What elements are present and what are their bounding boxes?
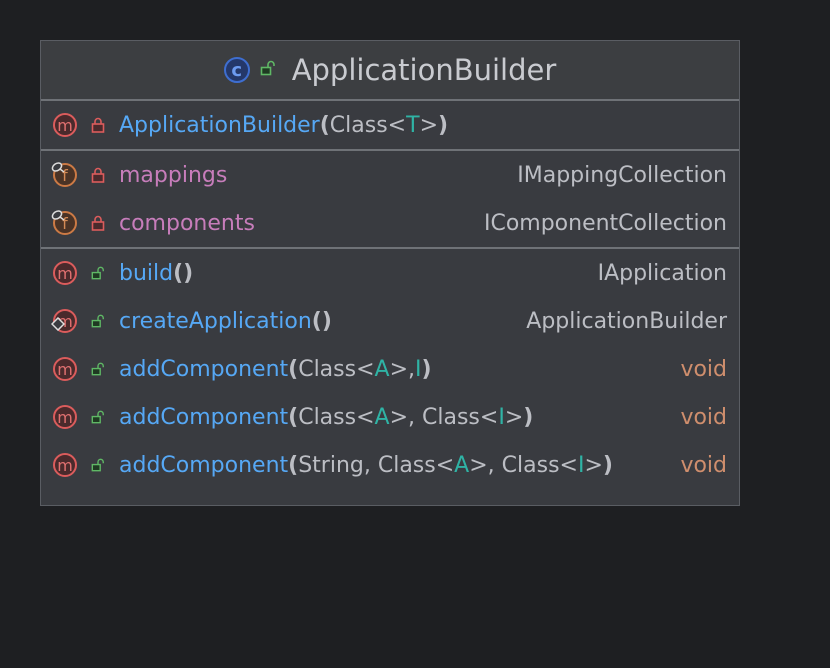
generic-param: T	[406, 112, 420, 138]
signature-text: (	[288, 452, 299, 478]
field-icon: f	[51, 210, 77, 235]
class-icon: c	[223, 57, 250, 83]
method-row[interactable]: m addComponent(Class< A >, Class< I >) void	[41, 393, 739, 441]
method-icon: m	[53, 113, 77, 137]
member-type: void	[680, 452, 727, 478]
member-type: IMappingCollection	[517, 162, 727, 188]
public-lock-icon	[91, 409, 105, 425]
member-name: components	[119, 210, 255, 236]
method-icon: m	[53, 357, 77, 381]
public-lock-icon	[91, 361, 105, 377]
signature-text: )	[421, 356, 432, 382]
method-row[interactable]: m createApplication() ApplicationBuilder	[41, 297, 739, 345]
public-lock-icon	[91, 457, 105, 473]
member-type: IComponentCollection	[483, 210, 727, 236]
signature-text: >	[504, 404, 524, 430]
signature-text: )	[602, 452, 613, 478]
member-type: void	[680, 356, 727, 382]
signature-text: String, Class<	[298, 452, 455, 478]
public-lock-icon	[91, 265, 105, 281]
member-name: ApplicationBuilder	[119, 112, 320, 138]
generic-param: A	[454, 452, 470, 478]
private-lock-icon	[91, 215, 105, 231]
signature-text: )	[523, 404, 534, 430]
class-diagram-node[interactable]: c ApplicationBuilder m ApplicationBuilder…	[40, 40, 740, 506]
private-lock-icon	[91, 117, 105, 133]
member-name: addComponent	[119, 356, 289, 382]
signature-text: >	[419, 112, 438, 138]
member-section: f mappings IMappingCollection f components IC…	[41, 151, 739, 249]
signature-text: >, Class<	[469, 452, 578, 478]
signature-text: ()	[311, 308, 332, 334]
public-lock-icon	[260, 60, 276, 80]
private-lock-icon	[91, 167, 105, 183]
member-type: IApplication	[597, 260, 727, 286]
method-row[interactable]: m build() IApplication	[41, 249, 739, 297]
member-name: mappings	[119, 162, 228, 188]
class-title: ApplicationBuilder	[291, 53, 557, 87]
signature-text: >,	[389, 356, 416, 382]
signature-text: (	[288, 356, 299, 382]
member-name: addComponent	[119, 452, 289, 478]
signature-text: )	[438, 112, 449, 138]
member-type: ApplicationBuilder	[526, 308, 727, 334]
member-name: addComponent	[119, 404, 289, 430]
signature-text: Class<	[298, 356, 375, 382]
field-row[interactable]: f mappings IMappingCollection	[41, 151, 739, 199]
member-section: m build() IApplication m createApplication()…	[41, 249, 739, 489]
signature-text: Class<	[298, 404, 375, 430]
static-overlay-icon	[50, 316, 66, 335]
member-section: m ApplicationBuilder(Class< T >)	[41, 101, 739, 151]
signature-text: (	[288, 404, 299, 430]
signature-text: (	[319, 112, 330, 138]
field-icon: f	[51, 162, 77, 187]
generic-param: A	[374, 404, 390, 430]
signature-text: >, Class<	[389, 404, 499, 430]
member-name: createApplication	[119, 308, 312, 334]
signature-text: >	[584, 452, 603, 478]
member-name: build	[119, 260, 174, 286]
member-type: void	[680, 404, 727, 430]
public-lock-icon	[91, 313, 105, 329]
class-header: c ApplicationBuilder	[41, 41, 739, 101]
method-row[interactable]: m addComponent(String, Class< A >, Class< I >…	[41, 441, 739, 489]
static-overlay-icon	[51, 207, 65, 226]
field-row[interactable]: f components IComponentCollection	[41, 199, 739, 247]
method-icon: m	[53, 261, 77, 285]
method-icon: m	[53, 453, 77, 477]
method-row[interactable]: m addComponent(Class< A >, I) void	[41, 345, 739, 393]
generic-param: A	[374, 356, 390, 382]
signature-text: ()	[173, 260, 194, 286]
method-icon: m	[53, 405, 77, 429]
method-row[interactable]: m ApplicationBuilder(Class< T >)	[41, 101, 739, 149]
method-icon: m	[50, 309, 77, 335]
signature-text: Class<	[329, 112, 407, 138]
static-overlay-icon	[51, 159, 65, 178]
